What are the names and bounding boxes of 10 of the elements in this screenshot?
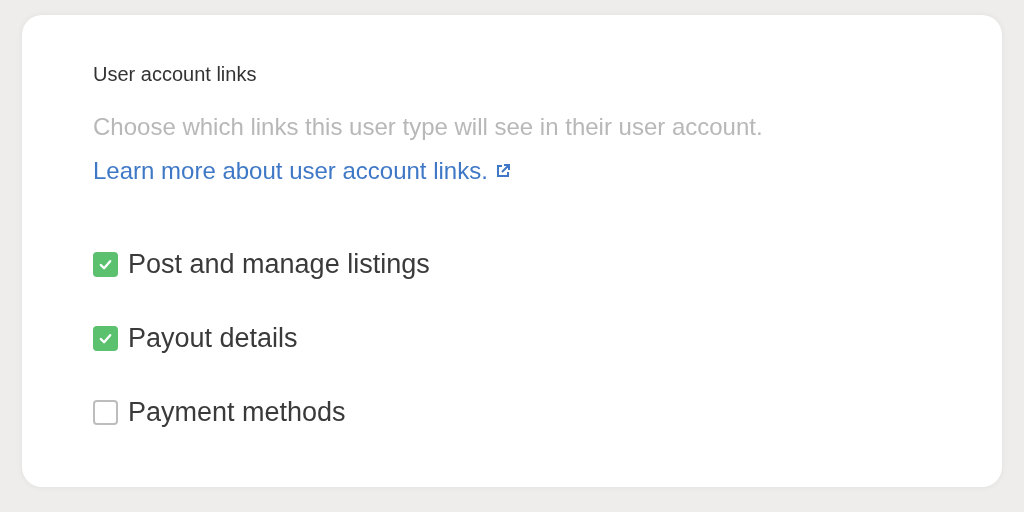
external-link-icon <box>495 164 510 178</box>
option-label: Payment methods <box>128 396 346 428</box>
checkbox[interactable] <box>93 251 118 277</box>
checkbox[interactable] <box>93 325 118 351</box>
learn-more-link[interactable]: Learn more about user account links. <box>93 155 488 187</box>
section-title: User account links <box>93 62 258 87</box>
checkbox[interactable] <box>93 399 118 425</box>
option-label: Payout details <box>128 322 298 354</box>
section-description: Choose which links this user type will see in their user account. <box>93 112 764 142</box>
option-label: Post and manage listings <box>128 248 430 280</box>
